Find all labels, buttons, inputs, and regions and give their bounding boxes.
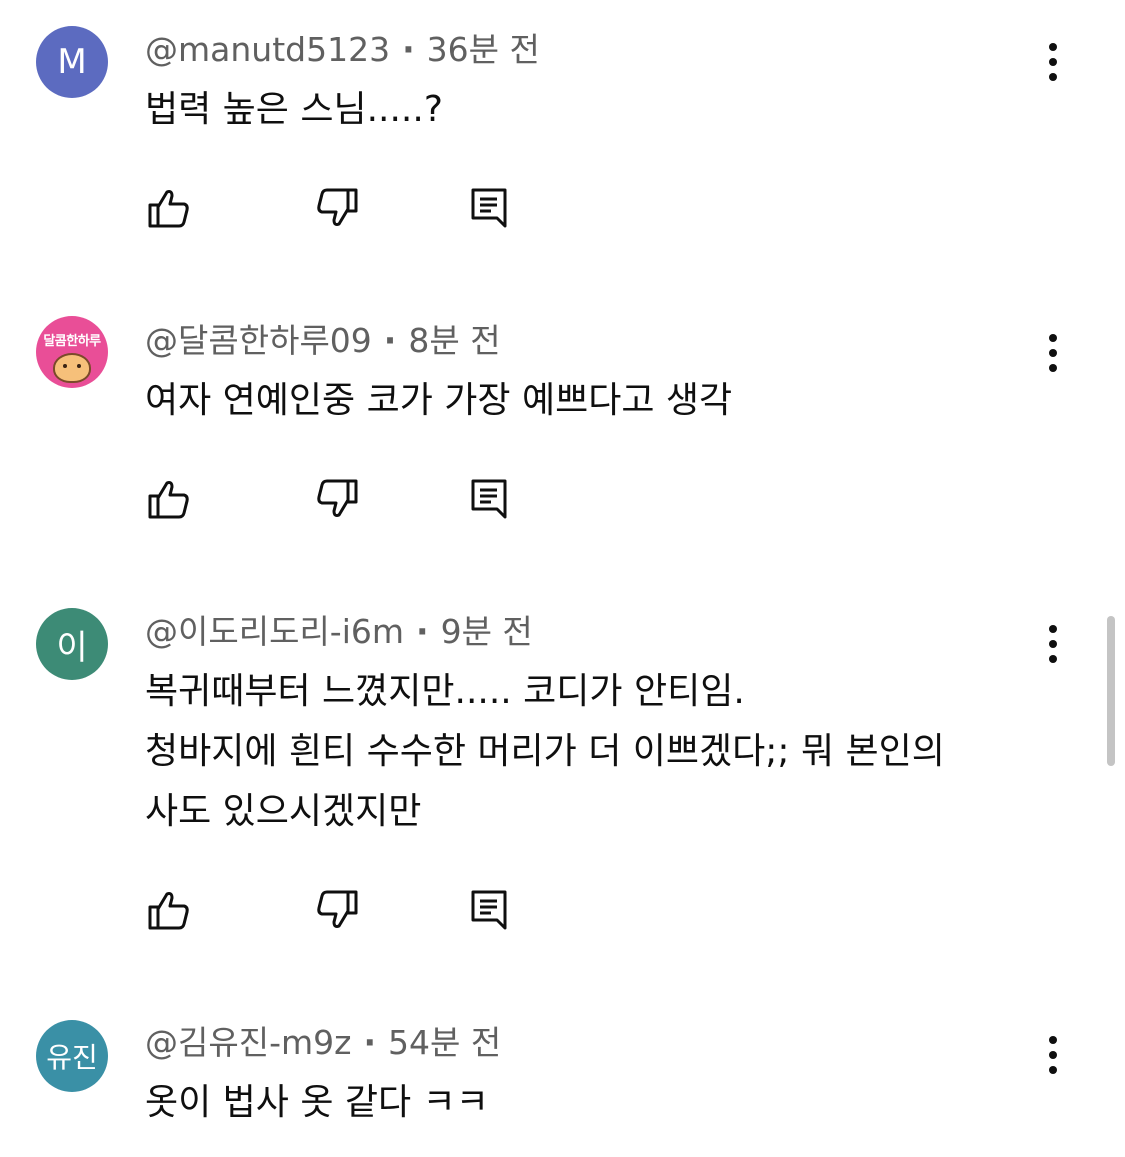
comment-text-line: 여자 연예인중 코가 가장 예쁘다고 생각 bbox=[145, 380, 733, 421]
more-options-button[interactable] bbox=[1036, 331, 1070, 375]
comment-text-line: 청바지에 흰티 수수한 머리가 더 이쁘겠다;; 뭐 본인의 bbox=[145, 731, 945, 772]
more-options-button[interactable] bbox=[1036, 40, 1070, 84]
comment-author[interactable]: @김유진-m9z bbox=[145, 1023, 351, 1062]
comment-author[interactable]: @이도리도리-i6m bbox=[145, 612, 404, 651]
comment-text: 옷이 법사 옷 같다 ㅋㅋ bbox=[145, 1073, 489, 1133]
avatar-label: 달콤한하루 bbox=[43, 334, 101, 349]
thumbs-down-icon bbox=[317, 188, 358, 226]
comment-text: 복귀때부터 느꼈지만..... 코디가 안티임. 청바지에 흰티 수수한 머리가… bbox=[145, 662, 945, 842]
comment-text-line: 사도 있으시겠지만 bbox=[145, 791, 422, 832]
more-vertical-icon bbox=[1049, 1036, 1057, 1074]
reply-icon bbox=[471, 188, 507, 228]
reply-button[interactable] bbox=[465, 184, 513, 232]
reply-button[interactable] bbox=[465, 886, 513, 934]
thumbs-down-icon bbox=[317, 479, 358, 517]
more-vertical-icon bbox=[1049, 625, 1057, 663]
comment-meta: @이도리도리-i6m · 9분 전 bbox=[145, 612, 533, 652]
comment-text: 여자 연예인중 코가 가장 예쁘다고 생각 bbox=[145, 371, 732, 431]
more-options-button[interactable] bbox=[1036, 622, 1070, 666]
avatar[interactable]: 이 bbox=[36, 608, 108, 680]
avatar-initial: 유진 bbox=[46, 1041, 98, 1074]
comment-meta: @김유진-m9z · 54분 전 bbox=[145, 1023, 501, 1063]
scrollbar-thumb[interactable] bbox=[1107, 616, 1115, 766]
thumbs-down-icon bbox=[317, 890, 358, 928]
comment-text-line: 법력 높은 스님.....? bbox=[145, 89, 443, 130]
comment-meta: @달콤한하루09 · 8분 전 bbox=[145, 321, 501, 361]
more-options-button[interactable] bbox=[1036, 1033, 1070, 1077]
avatar[interactable]: 유진 bbox=[36, 1020, 108, 1092]
dislike-button[interactable] bbox=[313, 184, 361, 232]
like-button[interactable] bbox=[145, 886, 193, 934]
comment-time: 36분 전 bbox=[426, 30, 540, 69]
reply-button[interactable] bbox=[465, 475, 513, 523]
more-vertical-icon bbox=[1049, 43, 1057, 81]
thumbs-up-icon bbox=[148, 481, 189, 519]
comment-meta: @manutd5123 · 36분 전 bbox=[145, 30, 540, 70]
like-button[interactable] bbox=[145, 475, 193, 523]
avatar[interactable]: 달콤한하루 bbox=[36, 316, 108, 388]
comment-text: 법력 높은 스님.....? bbox=[145, 80, 443, 140]
separator-dot: · bbox=[363, 1023, 376, 1062]
dislike-button[interactable] bbox=[313, 886, 361, 934]
avatar-initial: 이 bbox=[56, 627, 88, 668]
comment-author[interactable]: @manutd5123 bbox=[145, 30, 390, 69]
reply-icon bbox=[471, 890, 507, 930]
dislike-button[interactable] bbox=[313, 475, 361, 523]
comment-author[interactable]: @달콤한하루09 bbox=[145, 321, 372, 360]
thumbs-up-icon bbox=[148, 190, 189, 228]
comment-time: 8분 전 bbox=[408, 321, 501, 360]
like-button[interactable] bbox=[145, 184, 193, 232]
avatar[interactable]: M bbox=[36, 26, 108, 98]
more-vertical-icon bbox=[1049, 334, 1057, 372]
comment-text-line: 복귀때부터 느꼈지만..... 코디가 안티임. bbox=[145, 671, 745, 712]
comment-time: 9분 전 bbox=[440, 612, 533, 651]
character-face-icon bbox=[53, 353, 91, 383]
comment-text-line: 옷이 법사 옷 같다 ㅋㅋ bbox=[145, 1082, 489, 1123]
separator-dot: · bbox=[416, 612, 429, 651]
reply-icon bbox=[471, 479, 507, 519]
separator-dot: · bbox=[402, 30, 415, 69]
avatar-initial: M bbox=[57, 42, 87, 82]
separator-dot: · bbox=[383, 321, 397, 360]
comment-time: 54분 전 bbox=[388, 1023, 502, 1062]
thumbs-up-icon bbox=[148, 892, 189, 930]
